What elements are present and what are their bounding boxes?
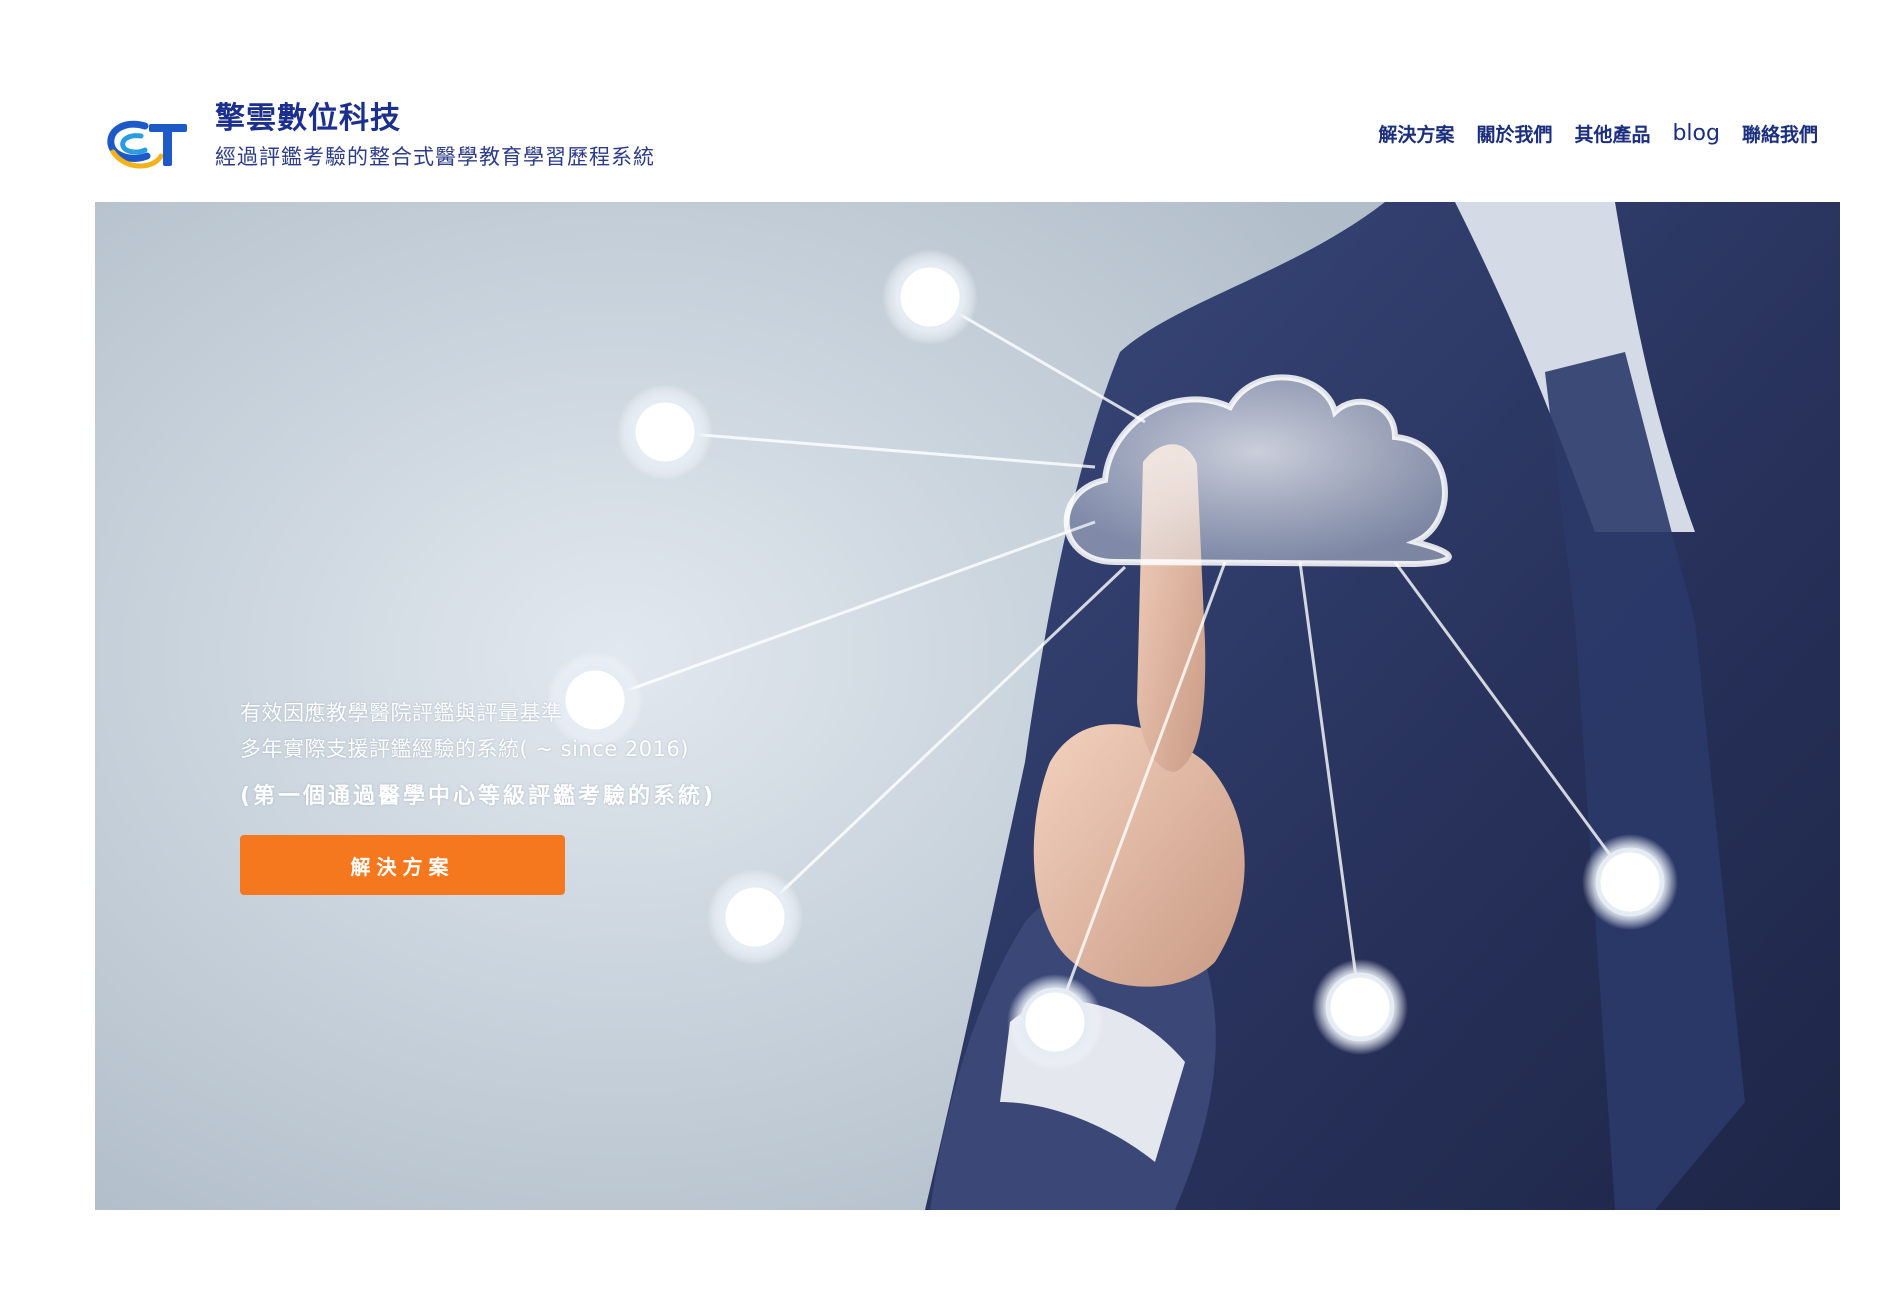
hero-line-1: 有效因應教學醫院評鑑與評量基準 (240, 701, 563, 725)
hero-copy: 有效因應教學醫院評鑑與評量基準 多年實際支援評鑑經驗的系統( ~ since 2… (240, 695, 840, 895)
hero-line-2: 多年實際支援評鑑經驗的系統( ~ since 2016) (240, 737, 690, 761)
hero-banner: 有效因應教學醫院評鑑與評量基準 多年實際支援評鑑經驗的系統( ~ since 2… (95, 202, 1840, 1210)
solutions-cta-button[interactable]: 解決方案 (240, 835, 565, 895)
page: 擎雲數位科技 經過評鑑考驗的整合式醫學教育學習歷程系統 解決方案 關於我們 其他… (0, 0, 1898, 1294)
ct-logo-icon (107, 120, 187, 169)
nav-item-products[interactable]: 其他產品 (1574, 120, 1650, 147)
site-header: 擎雲數位科技 經過評鑑考驗的整合式醫學教育學習歷程系統 解決方案 關於我們 其他… (0, 0, 1898, 200)
main-nav: 解決方案 關於我們 其他產品 blog 聯絡我們 (1378, 120, 1818, 147)
hero-highlight: (第一個通過醫學中心等級評鑑考驗的系統) (240, 784, 717, 809)
nav-item-blog[interactable]: blog (1672, 121, 1720, 146)
brand-home-link[interactable]: 擎雲數位科技 經過評鑑考驗的整合式醫學教育學習歷程系統 (105, 98, 655, 178)
brand-title: 擎雲數位科技 (215, 101, 401, 136)
nav-item-contact[interactable]: 聯絡我們 (1742, 120, 1818, 147)
nav-item-about[interactable]: 關於我們 (1476, 120, 1552, 147)
brand-text: 擎雲數位科技 經過評鑑考驗的整合式醫學教育學習歷程系統 (215, 98, 655, 172)
nav-item-solutions[interactable]: 解決方案 (1378, 120, 1454, 147)
brand-subtitle: 經過評鑑考驗的整合式醫學教育學習歷程系統 (215, 145, 655, 169)
